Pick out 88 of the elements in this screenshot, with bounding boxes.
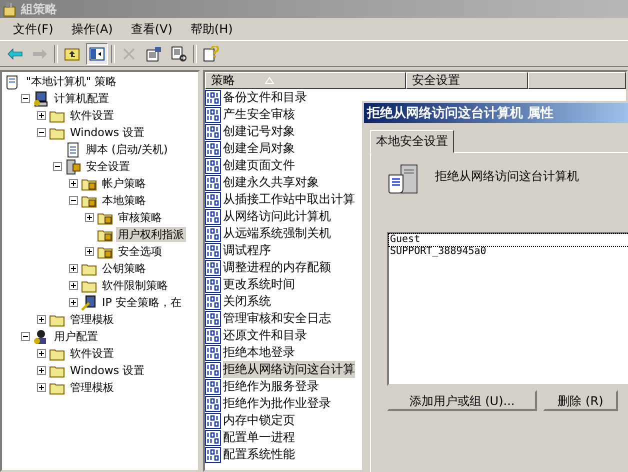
policy-name[interactable]: 从远端系统强制关机 xyxy=(223,225,331,242)
user-icon xyxy=(33,328,49,344)
server-lock-icon xyxy=(65,158,81,174)
members-listbox[interactable]: Guest SUPPORT_388945a0 xyxy=(387,232,628,386)
tree-item[interactable]: Windows 设置 xyxy=(68,363,147,378)
x-icon xyxy=(121,46,137,62)
tree-item[interactable]: "本地计算机" 策略 xyxy=(24,74,119,89)
menu-item[interactable]: 文件(F) xyxy=(4,20,62,38)
computer-key-icon xyxy=(81,294,97,310)
tree-item[interactable]: 用户配置 xyxy=(52,329,100,344)
script-icon xyxy=(65,142,81,158)
expander-icon[interactable] xyxy=(37,315,49,324)
column-header[interactable]: 安全设置 xyxy=(406,72,528,89)
policy-name[interactable]: 创建页面文件 xyxy=(223,157,295,174)
tree-item[interactable]: 帐户策略 xyxy=(100,176,148,191)
tree-item[interactable]: 安全选项 xyxy=(116,244,164,259)
tree-item[interactable]: 软件设置 xyxy=(68,346,116,361)
policy-name[interactable]: 创建全局对象 xyxy=(223,140,295,157)
expander-icon[interactable] xyxy=(69,298,81,307)
policy-name[interactable]: 备份文件和目录 xyxy=(223,89,307,106)
policy-name[interactable]: 关闭系统 xyxy=(223,293,271,310)
policy-name[interactable]: 产生安全审核 xyxy=(223,106,295,123)
tree-item[interactable]: 计算机配置 xyxy=(52,91,111,106)
help-icon xyxy=(203,46,219,62)
tree-button[interactable] xyxy=(86,42,108,64)
policy-name[interactable]: 从网络访问此计算机 xyxy=(223,208,331,225)
tree-item[interactable]: IP 安全策略，在 xyxy=(100,295,184,310)
policy-name[interactable]: 从插接工作站中取出计算 xyxy=(223,191,355,208)
expander-icon[interactable] xyxy=(37,128,49,137)
expander-icon[interactable] xyxy=(69,264,81,273)
tree-item[interactable]: 公钥策略 xyxy=(100,261,148,276)
expander-icon[interactable] xyxy=(37,349,49,358)
expander-icon[interactable] xyxy=(37,111,49,120)
policy-heading: 拒绝从网络访问这台计算机 xyxy=(435,168,579,185)
expander-icon[interactable] xyxy=(21,332,33,341)
tree-item[interactable]: 脚本 (启动/关机) xyxy=(84,142,170,157)
policy-name[interactable]: 拒绝本地登录 xyxy=(223,344,295,361)
policy-name[interactable]: 创建永久共享对象 xyxy=(223,174,319,191)
properties-icon xyxy=(146,46,162,62)
policy-name[interactable]: 更改系统时间 xyxy=(223,276,295,293)
policy-name[interactable]: 拒绝作为服务登录 xyxy=(223,378,319,395)
policy-name[interactable]: 拒绝从网络访问这台计算 xyxy=(223,361,355,378)
export-icon xyxy=(171,46,187,62)
column-header[interactable]: 策略 xyxy=(205,72,406,89)
tree-item[interactable]: 审核策略 xyxy=(116,210,164,225)
expander-icon[interactable] xyxy=(37,383,49,392)
policy-name[interactable]: 还原文件和目录 xyxy=(223,327,307,344)
expander-icon[interactable] xyxy=(85,247,97,256)
arrow-left-icon xyxy=(7,46,23,62)
expander-icon[interactable] xyxy=(21,94,33,103)
policy-name[interactable]: 内存中锁定页 xyxy=(223,412,295,429)
tree-item[interactable]: 软件限制策略 xyxy=(100,278,170,293)
folder-up-icon xyxy=(64,46,80,62)
expander-icon[interactable] xyxy=(85,213,97,222)
tree-item[interactable]: 用户权利指派 xyxy=(116,227,186,242)
member-entry[interactable]: Guest xyxy=(389,234,628,246)
policy-name[interactable]: 调试程序 xyxy=(223,242,271,259)
expander-icon[interactable] xyxy=(37,366,49,375)
window-title: 組策略 xyxy=(21,0,57,18)
expander-icon[interactable] xyxy=(69,196,81,205)
dialog-title: 拒绝从网络访问这台计算机 属性 xyxy=(367,104,554,122)
policy-name[interactable]: 管理审核和安全日志 xyxy=(223,310,331,327)
expander-icon[interactable] xyxy=(53,162,65,171)
policy-name[interactable]: 配置单一进程 xyxy=(223,429,295,446)
menu-item[interactable]: 帮助(H) xyxy=(181,20,242,38)
column-header[interactable] xyxy=(528,72,626,89)
settings-tab[interactable]: 本地安全设置 xyxy=(370,130,454,153)
computer-icon xyxy=(33,90,49,106)
app-icon xyxy=(2,1,18,17)
tree-item[interactable]: Windows 设置 xyxy=(68,125,147,140)
menu-item[interactable]: 操作(A) xyxy=(62,20,122,38)
tree-item[interactable]: 安全设置 xyxy=(84,159,132,174)
sort-up-icon xyxy=(265,77,274,84)
remove-button[interactable]: 删除 (R) xyxy=(543,390,618,411)
policy-name[interactable]: 拒绝作为批作业登录 xyxy=(223,395,331,412)
member-entry[interactable]: SUPPORT_388945a0 xyxy=(389,246,628,258)
policy-name[interactable]: 创建记号对象 xyxy=(223,123,295,140)
tree-item[interactable]: 管理模板 xyxy=(68,312,116,327)
tree-item[interactable]: 管理模板 xyxy=(68,380,116,395)
panel-icon xyxy=(89,46,105,62)
policy-name[interactable]: 配置系统性能 xyxy=(223,446,295,463)
add-user-button[interactable]: 添加用户或组 (U)... xyxy=(387,390,537,411)
tree-item[interactable]: 本地策略 xyxy=(100,193,148,208)
expander-icon[interactable] xyxy=(69,281,81,290)
menu-item[interactable]: 查看(V) xyxy=(122,20,182,38)
expander-icon[interactable] xyxy=(69,179,81,188)
policy-name[interactable]: 调整进程的内存配额 xyxy=(223,259,331,276)
tree-item[interactable]: 软件设置 xyxy=(68,108,116,123)
